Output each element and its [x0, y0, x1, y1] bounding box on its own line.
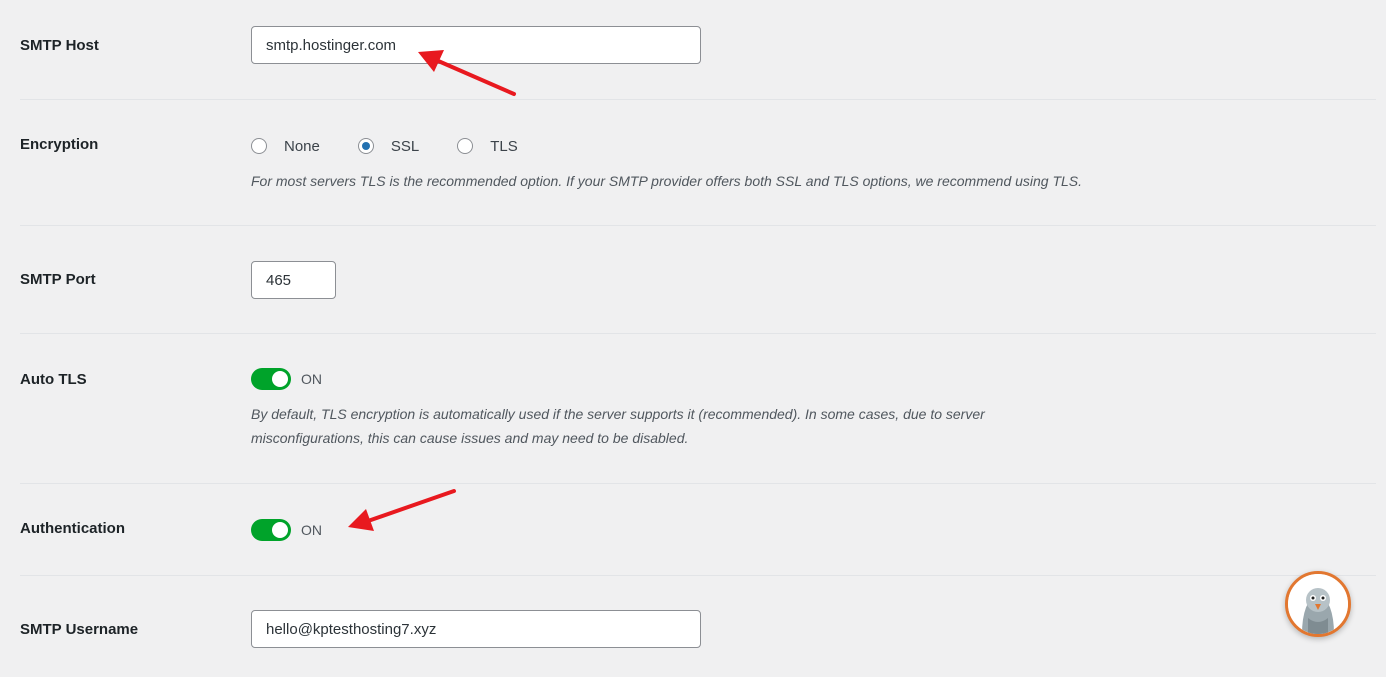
smtp-port-label: SMTP Port — [20, 271, 96, 288]
auto-tls-row: Auto TLS ON By default, TLS encryption i… — [20, 368, 1376, 448]
divider — [20, 225, 1376, 226]
toggle-knob — [272, 371, 288, 387]
smtp-port-row: SMTP Port — [20, 261, 1376, 299]
radio-ssl[interactable] — [357, 138, 374, 154]
encryption-help-text: For most servers TLS is the recommended … — [251, 173, 1083, 189]
smtp-username-label: SMTP Username — [20, 621, 139, 638]
auto-tls-state: ON — [301, 371, 322, 387]
auto-tls-toggle-wrap: ON — [251, 368, 322, 390]
radio-none-label: None — [284, 137, 320, 155]
toggle-knob — [272, 522, 288, 538]
divider — [20, 483, 1376, 484]
divider — [20, 99, 1376, 100]
auto-tls-label: Auto TLS — [20, 371, 87, 388]
auto-tls-help-line2: misconfigurations, this can cause issues… — [251, 430, 689, 446]
auto-tls-toggle[interactable] — [251, 368, 291, 390]
support-avatar-button[interactable] — [1285, 571, 1351, 637]
encryption-option-ssl[interactable]: SSL — [357, 137, 420, 155]
divider — [20, 575, 1376, 576]
divider — [20, 333, 1376, 334]
smtp-username-row: SMTP Username — [20, 610, 1376, 648]
smtp-port-input[interactable] — [251, 261, 336, 299]
red-arrow-icon — [348, 489, 456, 531]
authentication-state: ON — [301, 522, 322, 538]
smtp-username-input[interactable] — [251, 610, 701, 648]
authentication-toggle[interactable] — [251, 519, 291, 541]
encryption-radio-group: None SSL TLS — [251, 135, 556, 157]
encryption-option-none[interactable]: None — [251, 138, 320, 155]
smtp-host-label: SMTP Host — [20, 37, 99, 54]
pigeon-mascot-icon — [1288, 574, 1348, 634]
authentication-row: Authentication ON — [20, 518, 1376, 542]
radio-tls[interactable] — [457, 138, 474, 154]
encryption-row: Encryption None SSL TLS For most servers… — [20, 134, 1376, 194]
encryption-option-tls[interactable]: TLS — [457, 138, 518, 155]
radio-tls-label: TLS — [490, 137, 518, 155]
radio-ssl-label: SSL — [390, 137, 420, 155]
auto-tls-help-line1: By default, TLS encryption is automatica… — [251, 406, 985, 422]
encryption-label: Encryption — [20, 136, 99, 153]
authentication-label: Authentication — [20, 520, 125, 537]
smtp-host-row: SMTP Host — [20, 26, 1376, 66]
radio-none[interactable] — [251, 138, 267, 154]
authentication-toggle-wrap: ON — [251, 519, 322, 541]
red-arrow-icon — [418, 50, 516, 96]
